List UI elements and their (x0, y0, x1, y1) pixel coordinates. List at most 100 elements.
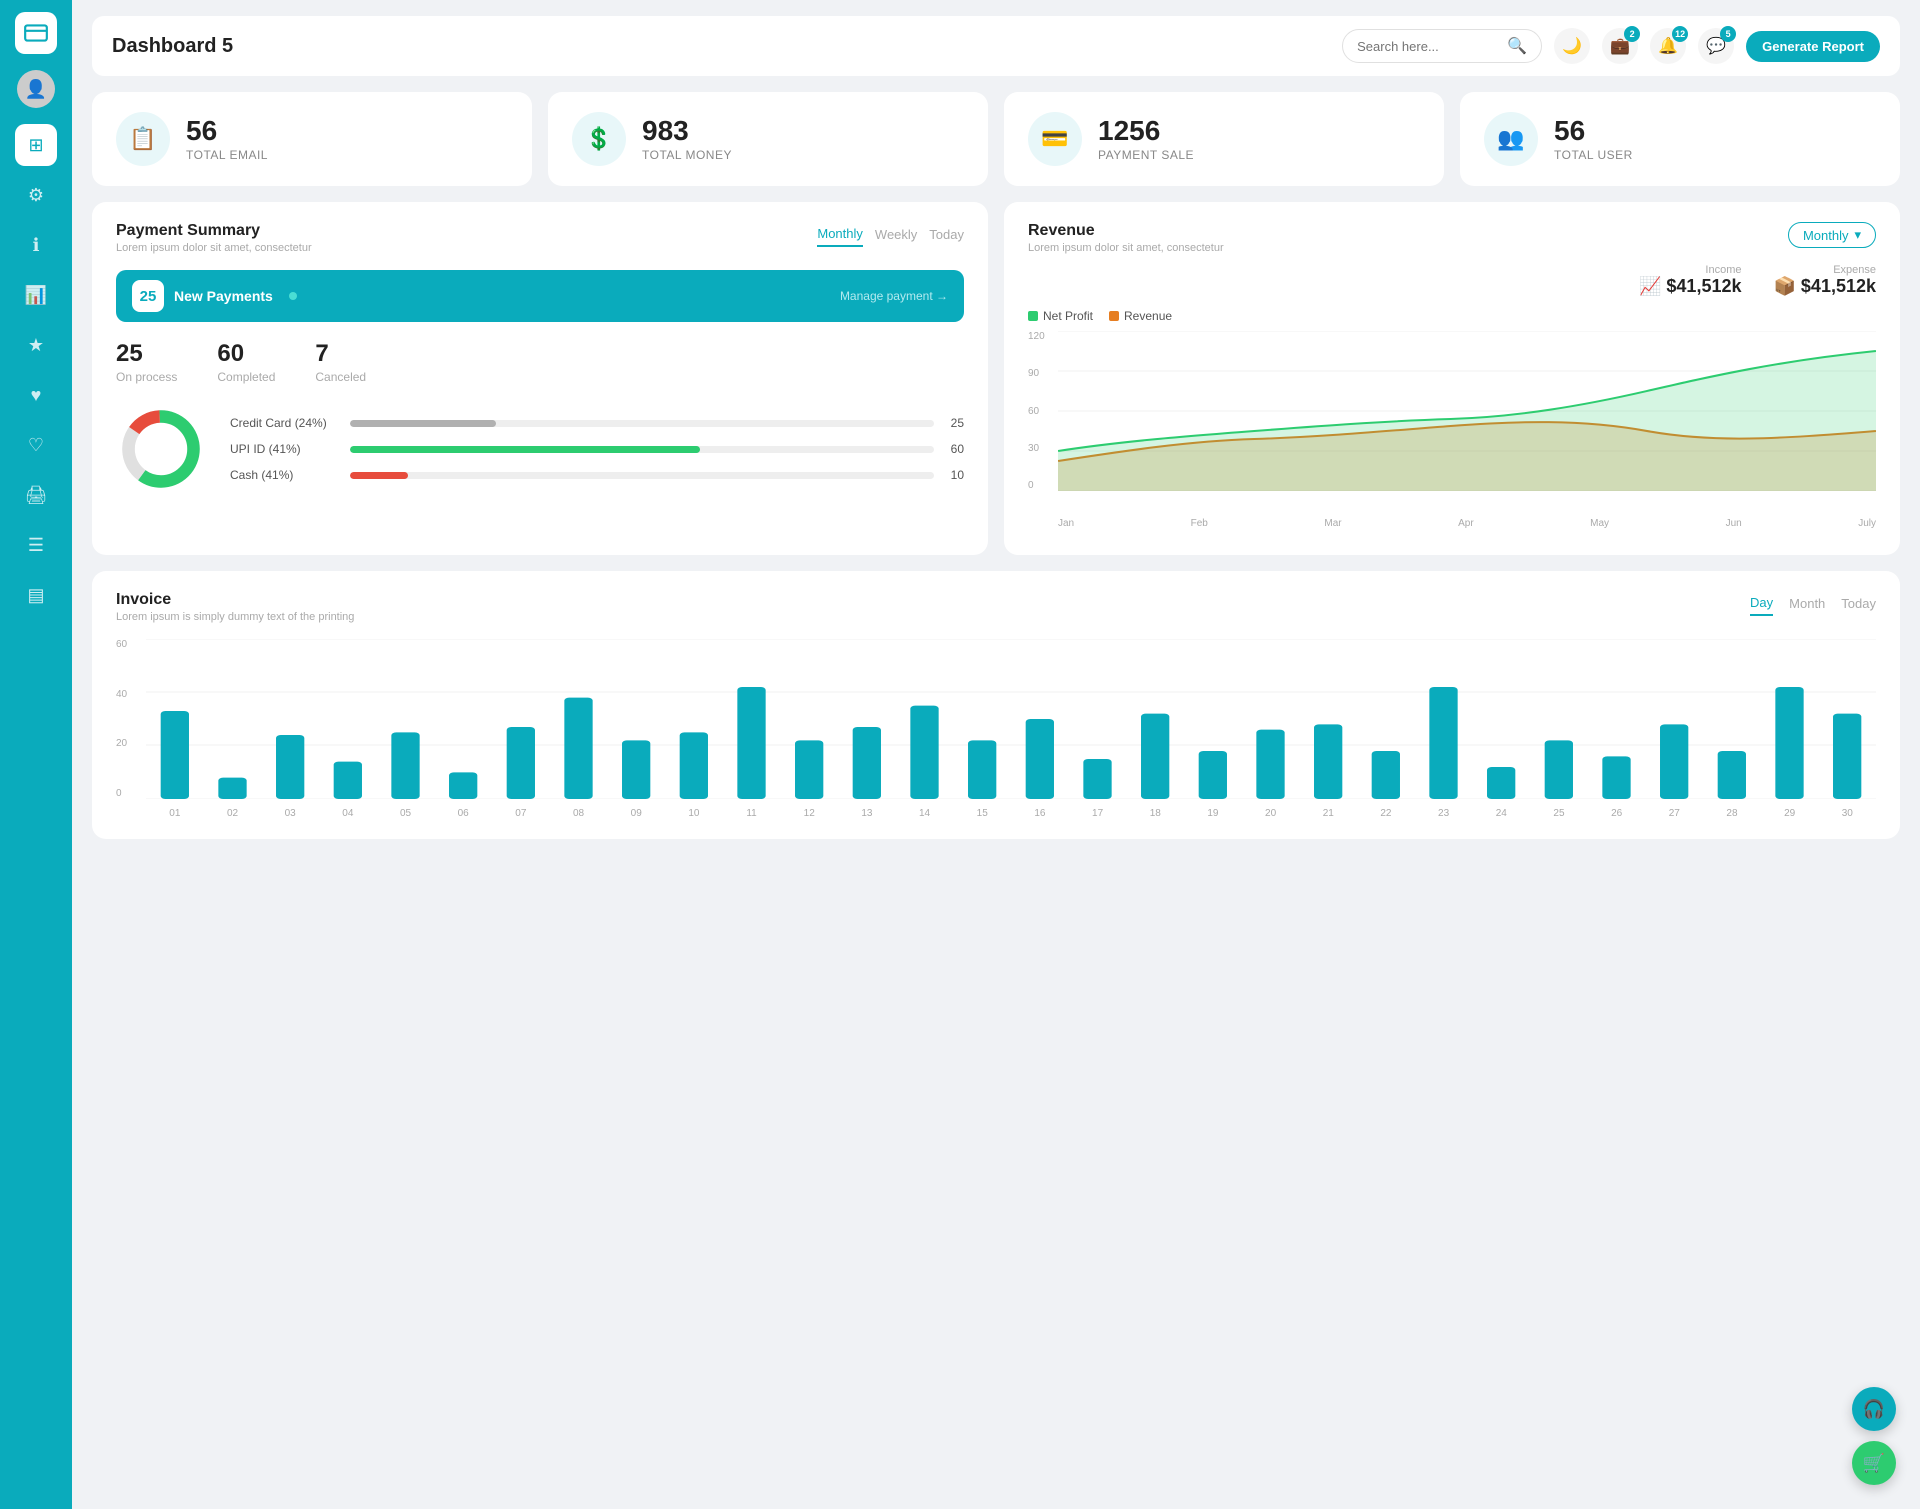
bar-12 (795, 740, 823, 799)
progress-item-upi: UPI ID (41%) 60 (230, 442, 964, 456)
income-icon: 📈 (1639, 276, 1661, 296)
middle-row: Payment Summary Lorem ipsum dolor sit am… (92, 202, 1900, 555)
x-label-29: 29 (1761, 808, 1819, 819)
progress-list: Credit Card (24%) 25 UPI ID (41%) 60 (230, 416, 964, 482)
payment-summary-title: Payment Summary (116, 222, 312, 240)
progress-val-cash: 10 (944, 468, 964, 482)
sidebar-item-settings[interactable]: ⚙ (15, 174, 57, 216)
revenue-svg (1058, 331, 1876, 491)
bar-21 (1314, 724, 1342, 799)
wallet-icon-btn[interactable]: 💼 2 (1602, 28, 1638, 64)
inv-tab-day[interactable]: Day (1750, 591, 1773, 616)
x-label-17: 17 (1069, 808, 1127, 819)
progress-bar-cash (350, 472, 408, 479)
sidebar-item-info[interactable]: ℹ (15, 224, 57, 266)
stat-payment-number: 1256 (1098, 116, 1194, 147)
canceled-label: Canceled (315, 370, 366, 384)
user-avatar[interactable]: 👤 (17, 70, 55, 108)
sidebar-item-list[interactable]: ▤ (15, 574, 57, 616)
inv-tab-month[interactable]: Month (1789, 592, 1825, 615)
cart-fab[interactable]: 🛒 (1852, 1441, 1896, 1485)
bar-20 (1256, 730, 1284, 799)
sidebar-item-heart2[interactable]: ♡ (15, 424, 57, 466)
x-label-07: 07 (492, 808, 550, 819)
income-item: Income 📈 $41,512k (1639, 264, 1742, 297)
sidebar-item-star[interactable]: ★ (15, 324, 57, 366)
bar-19 (1199, 751, 1227, 799)
progress-bar-wrap-cash (350, 472, 934, 479)
legend-net-profit: Net Profit (1028, 309, 1093, 323)
stat-card-payment: 💳 1256 PAYMENT SALE (1004, 92, 1444, 186)
bar-1 (161, 711, 189, 799)
x-label-may: May (1590, 518, 1609, 529)
x-label-22: 22 (1357, 808, 1415, 819)
stat-card-email: 📋 56 TOTAL EMAIL (92, 92, 532, 186)
bar-14 (910, 706, 938, 799)
np-dot-indicator (289, 292, 297, 300)
inv-tab-today[interactable]: Today (1841, 592, 1876, 615)
x-label-14: 14 (896, 808, 954, 819)
chat-icon-btn[interactable]: 💬 5 (1698, 28, 1734, 64)
search-box[interactable]: 🔍 (1342, 29, 1542, 63)
revenue-card: Revenue Lorem ipsum dolor sit amet, cons… (1004, 202, 1900, 555)
sidebar-item-dashboard[interactable]: ⊞ (15, 124, 57, 166)
bar-29 (1775, 687, 1803, 799)
revenue-dropdown[interactable]: Monthly ▾ (1788, 222, 1876, 248)
x-label-21: 21 (1299, 808, 1357, 819)
net-profit-label: Net Profit (1043, 309, 1093, 323)
bar-6 (449, 772, 477, 799)
donut-chart (116, 404, 206, 494)
x-label-05: 05 (377, 808, 435, 819)
bell-icon-btn[interactable]: 🔔 12 (1650, 28, 1686, 64)
progress-bar-wrap-upi (350, 446, 934, 453)
tab-weekly[interactable]: Weekly (875, 223, 917, 246)
revenue-legend: Net Profit Revenue (1028, 309, 1876, 323)
x-label-15: 15 (953, 808, 1011, 819)
bar-5 (391, 732, 419, 799)
legend-revenue: Revenue (1109, 309, 1172, 323)
x-label-feb: Feb (1191, 518, 1208, 529)
payment-summary-subtitle: Lorem ipsum dolor sit amet, consectetur (116, 242, 312, 254)
income-expense: Income 📈 $41,512k Expense 📦 $41,512k (1028, 264, 1876, 297)
income-amount: 📈 $41,512k (1639, 276, 1742, 297)
x-label-02: 02 (204, 808, 262, 819)
sidebar-item-chart[interactable]: 📊 (15, 274, 57, 316)
stats-row: 📋 56 TOTAL EMAIL 💲 983 TOTAL MONEY 💳 125… (92, 92, 1900, 186)
bar-27 (1660, 724, 1688, 799)
search-input[interactable] (1357, 39, 1499, 54)
donut-row: Credit Card (24%) 25 UPI ID (41%) 60 (116, 404, 964, 494)
progress-label-upi: UPI ID (41%) (230, 442, 340, 456)
sidebar-logo[interactable] (15, 12, 57, 54)
progress-val-cc: 25 (944, 416, 964, 430)
sidebar-item-menu[interactable]: ☰ (15, 524, 57, 566)
bar-7 (507, 727, 535, 799)
generate-report-button[interactable]: Generate Report (1746, 31, 1880, 62)
bar-y-labels: 60 40 20 0 (116, 639, 127, 799)
stat-email-number: 56 (186, 116, 268, 147)
header-actions: 🔍 🌙 💼 2 🔔 12 💬 5 Generate Report (1342, 28, 1880, 64)
x-label-25: 25 (1530, 808, 1588, 819)
sidebar-item-printer[interactable]: 🖨 (15, 474, 57, 516)
support-fab[interactable]: 🎧 (1852, 1387, 1896, 1431)
completed-label: Completed (217, 370, 275, 384)
bar-x-labels: 0102030405060708091011121314151617181920… (146, 804, 1876, 819)
bar-24 (1487, 767, 1515, 799)
chevron-down-icon: ▾ (1854, 227, 1861, 243)
sidebar-item-heart1[interactable]: ♥ (15, 374, 57, 416)
manage-payment-link[interactable]: Manage payment → (840, 289, 948, 303)
x-label-16: 16 (1011, 808, 1069, 819)
main-content: Dashboard 5 🔍 🌙 💼 2 🔔 12 💬 5 Generate Re… (72, 0, 1920, 1509)
stat-card-money: 💲 983 TOTAL MONEY (548, 92, 988, 186)
progress-bar-upi (350, 446, 700, 453)
expense-amount: 📦 $41,512k (1773, 276, 1876, 297)
net-profit-dot (1028, 311, 1038, 321)
x-label-10: 10 (665, 808, 723, 819)
revenue-dropdown-label: Monthly (1803, 228, 1849, 243)
theme-toggle-btn[interactable]: 🌙 (1554, 28, 1590, 64)
revenue-label: Revenue (1124, 309, 1172, 323)
progress-val-upi: 60 (944, 442, 964, 456)
x-label-jun: Jun (1726, 518, 1742, 529)
x-label-06: 06 (434, 808, 492, 819)
tab-monthly[interactable]: Monthly (817, 222, 863, 247)
tab-today[interactable]: Today (929, 223, 964, 246)
